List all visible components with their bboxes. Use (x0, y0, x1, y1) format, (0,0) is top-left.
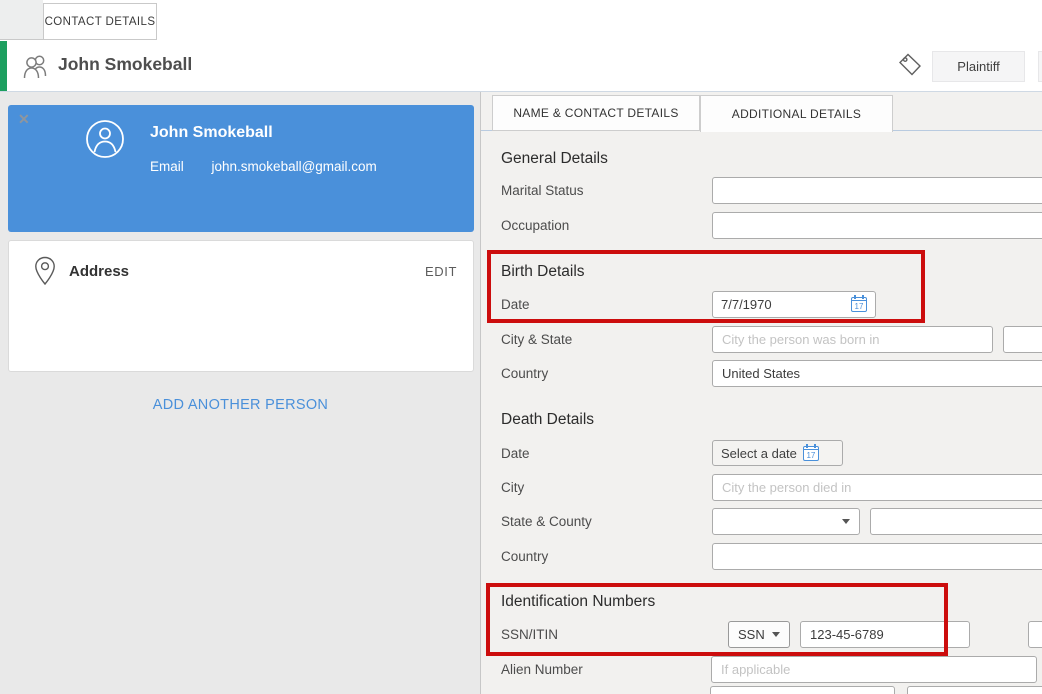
address-card-title: Address (69, 263, 129, 280)
ssn-itin-label: SSN/ITIN (501, 621, 558, 648)
plaintiff-role-label: Plaintiff (957, 59, 999, 74)
marital-status-label: Marital Status (501, 177, 584, 204)
occupation-input[interactable] (712, 212, 1042, 239)
alien-number-label: Alien Number (501, 656, 583, 683)
tab-additional-details-label: ADDITIONAL DETAILS (732, 107, 861, 121)
birth-country-input[interactable] (712, 360, 1042, 387)
death-country-input[interactable] (712, 543, 1042, 570)
tab-contact-details[interactable]: CONTACT DETAILS (43, 3, 157, 40)
ssn-type-value: SSN (738, 627, 765, 642)
birth-city-input[interactable] (712, 326, 993, 353)
chevron-down-icon (842, 519, 850, 524)
general-details-title: General Details (501, 150, 608, 168)
death-state-dropdown[interactable] (712, 508, 860, 535)
occupation-label: Occupation (501, 212, 569, 239)
map-pin-icon (34, 256, 56, 286)
person-card-email-row: Email john.smokeball@gmail.com (150, 159, 377, 174)
ssn-number-input[interactable] (800, 621, 970, 648)
birth-details-title: Birth Details (501, 263, 585, 281)
death-date-placeholder: Select a date (721, 446, 797, 461)
address-card: Address EDIT (8, 240, 474, 372)
ssn-extra-input[interactable] (1028, 621, 1042, 648)
window-corner (0, 0, 43, 40)
contact-header: John Smokeball Plaintiff (0, 40, 1042, 92)
close-icon[interactable]: ✕ (18, 110, 30, 128)
birth-date-label: Date (501, 291, 530, 318)
person-card[interactable]: ✕ John Smokeball Email john.smokeball@gm… (8, 105, 474, 232)
email-label: Email (150, 159, 184, 174)
death-state-county-label: State & County (501, 508, 592, 535)
email-value: john.smokeball@gmail.com (212, 159, 377, 174)
people-icon (21, 52, 51, 80)
contact-name-title: John Smokeball (58, 54, 192, 75)
death-details-title: Death Details (501, 411, 594, 429)
identification-numbers-title: Identification Numbers (501, 593, 655, 611)
tag-icon[interactable] (897, 52, 923, 78)
tab-name-contact-details[interactable]: NAME & CONTACT DETAILS (492, 95, 700, 131)
people-sidebar: ✕ John Smokeball Email john.smokeball@gm… (0, 92, 481, 694)
add-another-person-link[interactable]: ADD ANOTHER PERSON (0, 397, 481, 413)
contact-details-window: CONTACT DETAILS John Smokeball Plaintiff (0, 0, 1042, 694)
birth-date-value: 7/7/1970 (721, 297, 851, 312)
birth-date-input[interactable]: 7/7/1970 17 (712, 291, 876, 318)
birth-state-input[interactable] (1003, 326, 1042, 353)
birth-city-state-label: City & State (501, 326, 572, 353)
cutoff-input-left[interactable] (710, 686, 895, 694)
death-city-input[interactable] (712, 474, 1042, 501)
cutoff-input-right[interactable] (907, 686, 1042, 694)
address-edit-button[interactable]: EDIT (425, 264, 457, 279)
details-tabstrip: NAME & CONTACT DETAILS ADDITIONAL DETAIL… (481, 92, 1042, 131)
tab-name-contact-details-label: NAME & CONTACT DETAILS (513, 106, 678, 120)
green-accent-bar (0, 41, 7, 91)
calendar-icon: 17 (803, 446, 819, 461)
tab-contact-details-label: CONTACT DETAILS (45, 16, 156, 28)
death-date-label: Date (501, 440, 530, 467)
death-date-picker-button[interactable]: Select a date 17 (712, 440, 843, 466)
death-country-label: Country (501, 543, 548, 570)
alien-number-input[interactable] (711, 656, 1037, 683)
death-county-input[interactable] (870, 508, 1042, 535)
secondary-role-button[interactable] (1038, 51, 1042, 82)
person-card-name: John Smokeball (150, 124, 273, 142)
death-city-label: City (501, 474, 524, 501)
details-panel: NAME & CONTACT DETAILS ADDITIONAL DETAIL… (481, 92, 1042, 694)
marital-status-input[interactable] (712, 177, 1042, 204)
tab-additional-details[interactable]: ADDITIONAL DETAILS (700, 95, 893, 132)
chevron-down-icon (772, 632, 780, 637)
plaintiff-role-button[interactable]: Plaintiff (932, 51, 1025, 82)
person-circle-icon (85, 119, 125, 159)
calendar-icon[interactable]: 17 (851, 297, 867, 312)
birth-country-label: Country (501, 360, 548, 387)
ssn-type-dropdown[interactable]: SSN (728, 621, 790, 648)
